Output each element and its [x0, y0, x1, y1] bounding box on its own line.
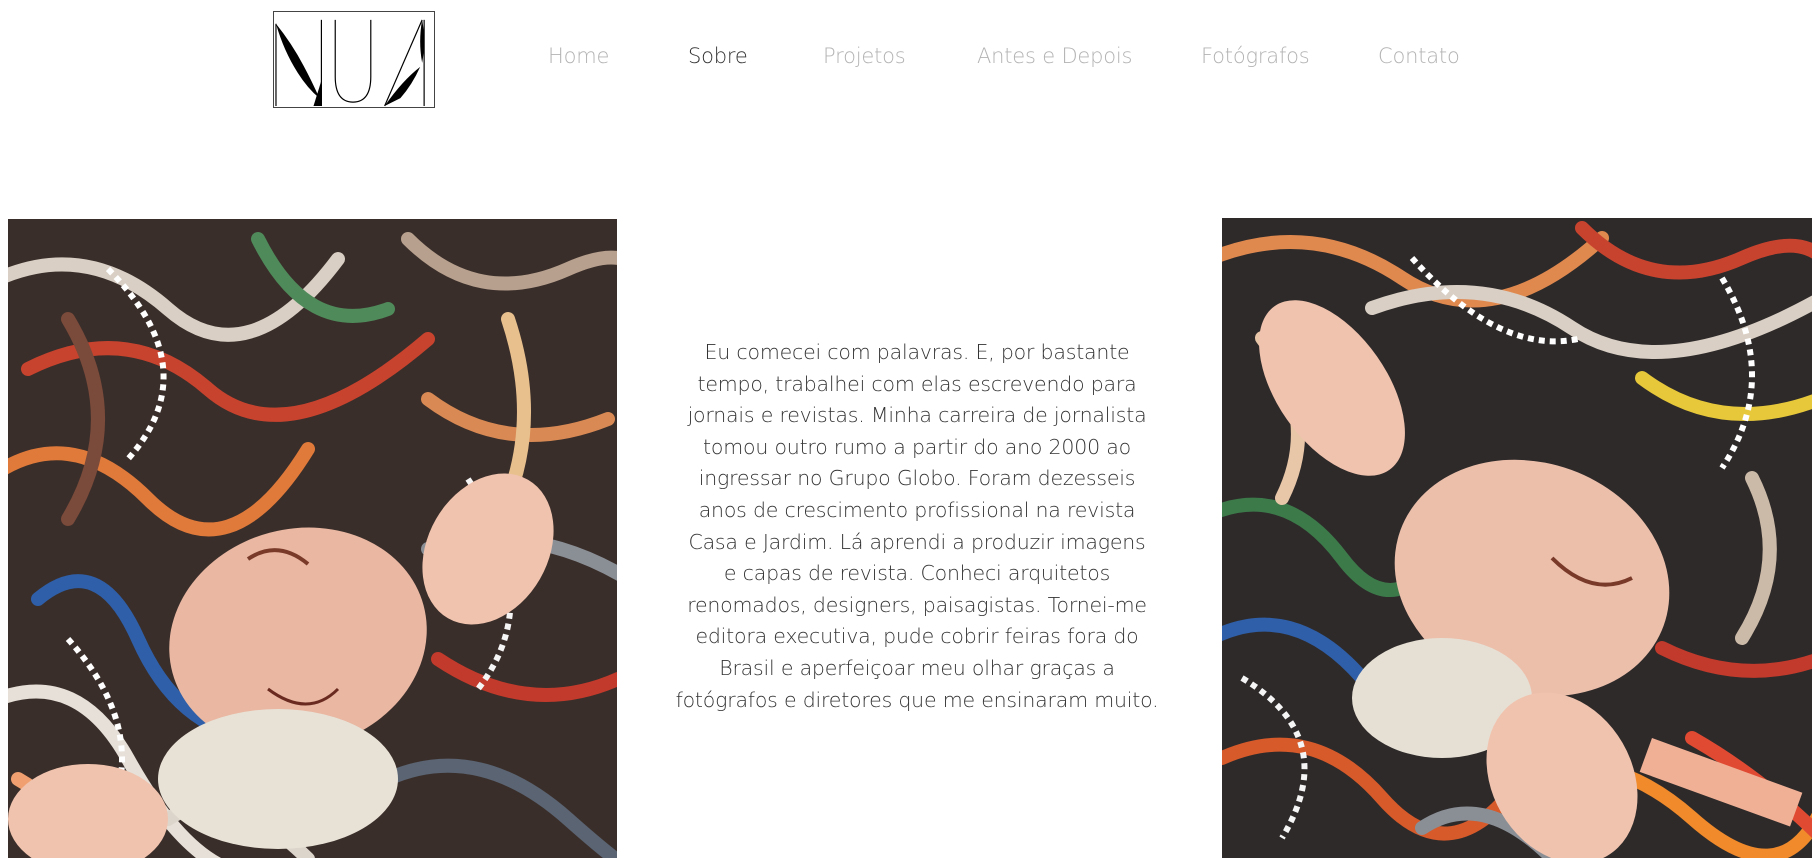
bio-line: Brasil e aperfeiçoar meu olhar graças a	[719, 655, 1115, 680]
bio-text: Eu comecei com palavras. E, por bastante…	[672, 337, 1162, 716]
bio-line: tomou outro rumo a partir do ano 2000 ao	[703, 434, 1131, 459]
nav-item-sobre[interactable]: Sobre	[688, 44, 748, 68]
bio-line: anos de crescimento profissional na revi…	[698, 497, 1136, 522]
site-logo[interactable]	[273, 11, 435, 108]
bio-line: Eu comecei com palavras. E, por bastante	[704, 340, 1130, 364]
bio-line: renomados, designers, paisagistas. Torne…	[687, 592, 1147, 617]
nav-item-antes-e-depois[interactable]: Antes e Depois	[977, 44, 1132, 68]
nav-item-contato[interactable]: Contato	[1378, 44, 1460, 68]
bio-line: e capas de revista. Conheci arquitetos	[723, 561, 1111, 586]
photo-image	[8, 219, 617, 858]
portrait-photo-right	[1222, 218, 1812, 858]
nav-item-fotografos[interactable]: Fotógrafos	[1201, 44, 1310, 68]
portrait-photo-left	[8, 219, 617, 858]
logo-mark-icon	[275, 19, 425, 107]
bio-line: tempo, trabalhei com elas escrevendo par…	[697, 371, 1137, 396]
bio-line: Casa e Jardim. Lá aprendi a produzir ima…	[688, 529, 1146, 554]
nav-item-projetos[interactable]: Projetos	[823, 44, 906, 68]
bio-line: ingressar no Grupo Globo. Foram dezessei…	[698, 466, 1136, 491]
page: Home Sobre Projetos Antes e Depois Fotóg…	[0, 0, 1818, 858]
photo-image	[1222, 218, 1812, 858]
bio-line: editora executiva, pude cobrir feiras fo…	[695, 624, 1139, 649]
bio-line: jornais e revistas. Minha carreira de jo…	[687, 403, 1147, 428]
bio-line: fotógrafos e diretores que me ensinaram …	[675, 687, 1159, 712]
nav-item-home[interactable]: Home	[548, 44, 609, 68]
